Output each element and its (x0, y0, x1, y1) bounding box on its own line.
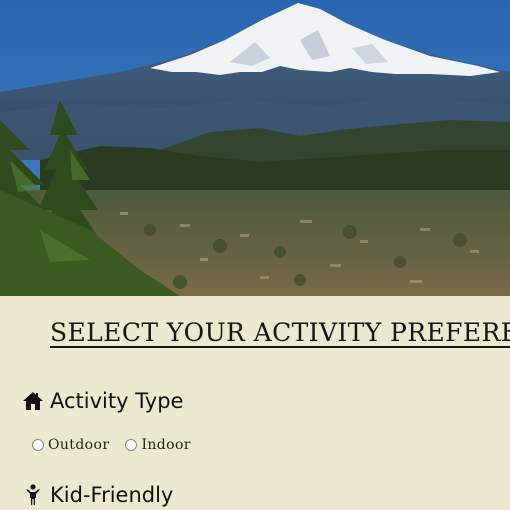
radio-outdoor-input[interactable] (32, 439, 44, 451)
radio-indoor-input[interactable] (125, 439, 138, 451)
page: SELECT YOUR ACTIVITY PREFEREN Activity T… (0, 0, 510, 510)
radio-indoor-label: Indoor (141, 437, 191, 453)
preferences-section: SELECT YOUR ACTIVITY PREFEREN Activity T… (0, 296, 510, 510)
activity-type-label: Activity Type (50, 389, 184, 413)
page-title: SELECT YOUR ACTIVITY PREFEREN (50, 318, 510, 347)
kid-friendly-label: Kid-Friendly (50, 483, 174, 507)
radio-outdoor[interactable]: Outdoor (32, 437, 109, 453)
home-icon (22, 390, 44, 412)
radio-outdoor-label: Outdoor (48, 437, 110, 453)
activity-type-options: Outdoor Indoor (32, 437, 207, 453)
activity-type-heading: Activity Type (22, 389, 183, 413)
radio-indoor[interactable]: Indoor (125, 437, 191, 453)
child-icon (22, 484, 44, 506)
hero-image (0, 0, 510, 296)
kid-friendly-heading: Kid-Friendly (22, 483, 173, 507)
